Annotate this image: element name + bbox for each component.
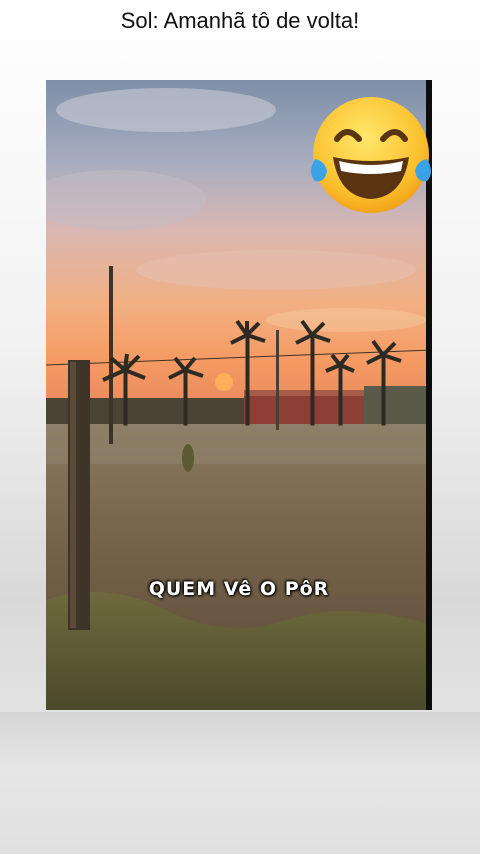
laughing-tears-icon (311, 97, 431, 213)
video-subtitle: QUEM Vê O PôR (148, 578, 330, 600)
bottom-panel (0, 712, 480, 854)
caption-text: Sol: Amanhã tô de volta! (120, 8, 360, 33)
